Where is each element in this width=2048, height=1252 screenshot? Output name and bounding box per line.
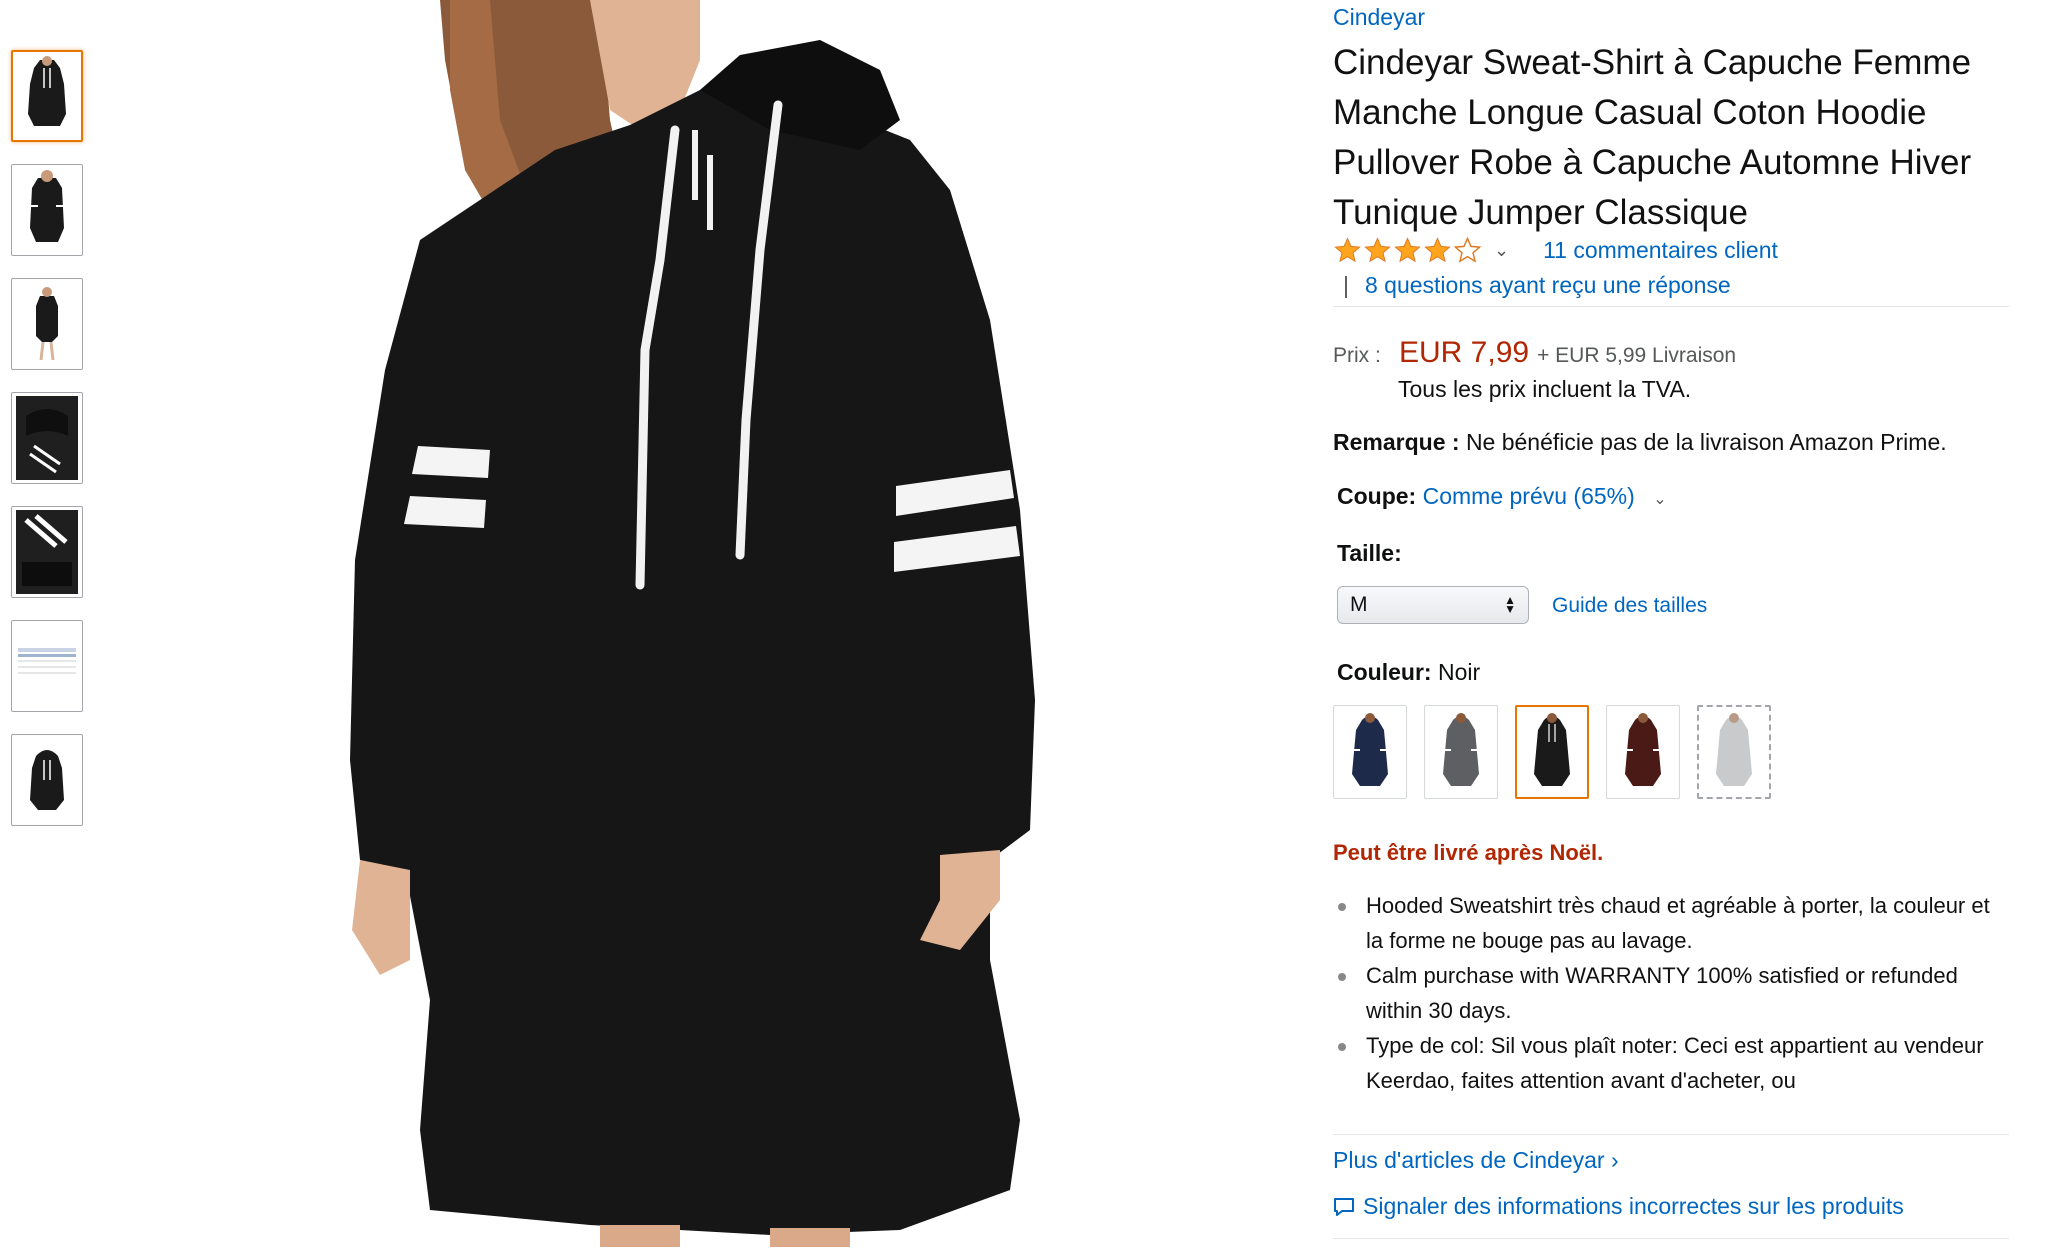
vat-note: Tous les prix incluent la TVA. <box>1398 376 1692 402</box>
fit-info: Coupe: Comme prévu (65%) ⌄ <box>1337 483 1667 510</box>
star-icon <box>1394 237 1421 263</box>
color-selected-value: Noir <box>1437 659 1481 685</box>
divider <box>1333 306 2009 307</box>
color-label: Couleur: Noir <box>1337 659 1480 686</box>
remark-label: Remarque : <box>1333 429 1460 455</box>
brand-link[interactable]: Cindeyar <box>1333 4 1425 31</box>
swatch-light-grey[interactable] <box>1697 705 1771 799</box>
qa-row: | 8 questions ayant reçu une réponse <box>1343 272 1731 299</box>
report-link-text: Signaler des informations incorrectes su… <box>1363 1193 1904 1219</box>
swatch-burgundy[interactable] <box>1606 705 1680 799</box>
remark-text: Ne bénéficie pas de la livraison Amazon … <box>1465 429 1947 455</box>
size-label: Taille: <box>1337 540 1402 566</box>
star-icon <box>1424 237 1451 263</box>
star-icon <box>1364 237 1391 263</box>
chevron-down-icon[interactable]: ⌄ <box>1494 240 1509 261</box>
size-select[interactable]: M ▲ ▼ <box>1337 586 1529 624</box>
divider <box>1333 1134 2009 1135</box>
feature-bullet: Type de col: Sil vous plaît noter: Ceci … <box>1333 1028 1993 1098</box>
price-label: Prix : <box>1333 344 1381 367</box>
thumbnail-3[interactable] <box>11 278 83 370</box>
separator: | <box>1343 272 1349 298</box>
product-title: Cindeyar Sweat-Shirt à Capuche Femme Man… <box>1333 43 1972 232</box>
swatch-grey[interactable] <box>1424 705 1498 799</box>
report-incorrect-info-link[interactable]: Signaler des informations incorrectes su… <box>1333 1193 1904 1220</box>
chevron-down-icon[interactable]: ⌄ <box>1653 491 1666 508</box>
fit-value-link[interactable]: Comme prévu (65%) <box>1423 483 1635 509</box>
star-rating[interactable] <box>1333 236 1482 265</box>
divider <box>1333 1238 2009 1239</box>
thumbnail-7[interactable] <box>11 734 83 826</box>
thumbnail-4[interactable] <box>11 392 83 484</box>
rating-row: ⌄ 11 commentaires client <box>1333 236 1778 265</box>
color-swatches <box>1333 705 1771 799</box>
price-value: EUR 7,99 <box>1399 336 1530 369</box>
color-label-text: Couleur: <box>1337 659 1432 685</box>
swatch-navy[interactable] <box>1333 705 1407 799</box>
delivery-note: Peut être livré après Noël. <box>1333 840 1604 865</box>
feature-bullets: Hooded Sweatshirt très chaud et agréable… <box>1333 888 1993 1098</box>
feature-bullet: Calm purchase with WARRANTY 100% satisfi… <box>1333 958 1993 1028</box>
thumbnail-5[interactable] <box>11 506 83 598</box>
reviews-link[interactable]: 11 commentaires client <box>1543 237 1778 264</box>
star-icon <box>1334 237 1361 263</box>
size-selected-value: M <box>1350 593 1368 616</box>
feature-bullet: Hooded Sweatshirt très chaud et agréable… <box>1333 888 1993 958</box>
select-arrows-icon: ▲ ▼ <box>1504 593 1516 616</box>
answered-questions-link[interactable]: 8 questions ayant reçu une réponse <box>1365 272 1731 298</box>
more-from-brand-link[interactable]: Plus d'articles de Cindeyar › <box>1333 1147 1619 1174</box>
thumbnail-6[interactable] <box>11 620 83 712</box>
fit-label: Coupe: <box>1337 483 1417 509</box>
thumbnail-strip <box>11 50 85 848</box>
thumbnail-1[interactable] <box>11 50 83 142</box>
empty-star-icon <box>1453 236 1482 263</box>
thumbnail-2[interactable] <box>11 164 83 256</box>
swatch-black[interactable] <box>1515 705 1589 799</box>
remark: Remarque : Ne bénéficie pas de la livrai… <box>1333 429 1947 456</box>
main-product-image[interactable] <box>300 0 1100 1247</box>
comment-icon <box>1334 1197 1354 1216</box>
shipping-cost: + EUR 5,99 Livraison <box>1537 344 1737 367</box>
price-row: Prix : EUR 7,99 + EUR 5,99 Livraison <box>1333 336 1736 370</box>
size-guide-link[interactable]: Guide des tailles <box>1552 594 1707 618</box>
